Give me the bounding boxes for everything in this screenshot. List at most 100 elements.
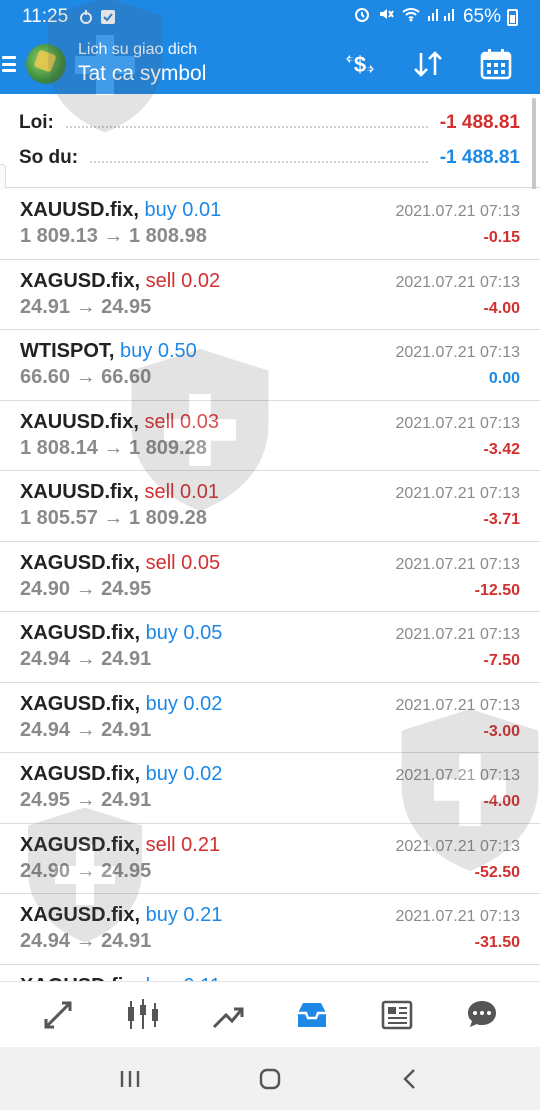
trade-row[interactable]: XAGUSD.fix, buy 0.05 24.94 → 24.91 2021.07… xyxy=(0,612,540,683)
nav-quotes[interactable] xyxy=(28,985,88,1045)
trade-row[interactable]: XAGUSD.fix, sell 0.05 24.90 → 24.95 2021.0… xyxy=(0,541,540,612)
trade-row[interactable]: XAGUSD.fix, sell 0.21 24.90 → 24.95 2021.0… xyxy=(0,823,540,894)
trade-symbol-line: XAGUSD.fix, sell 0.02 xyxy=(20,270,220,293)
trade-time: 2021.07.21 07:13 xyxy=(395,485,520,502)
trade-row[interactable]: XAUUSD.fix, sell 0.01 1 805.57 → 1 809.28… xyxy=(0,471,540,542)
trade-prices: 24.90 → 24.95 xyxy=(20,577,152,600)
battery-icon xyxy=(507,8,518,26)
nav-chat[interactable] xyxy=(452,985,512,1045)
trade-profit: -3.00 xyxy=(483,722,520,740)
nav-trade[interactable] xyxy=(198,985,258,1045)
trade-row[interactable]: XAGUSD.fix, buy 0.02 24.95 → 24.91 2021.07… xyxy=(0,753,540,824)
trade-symbol: XAGUSD.fix, xyxy=(20,692,141,715)
trade-symbol-line: XAGUSD.fix, buy 0.05 xyxy=(20,622,222,645)
trade-time: 2021.07.21 07:13 xyxy=(395,908,520,925)
trade-symbol: XAGUSD.fix, xyxy=(20,622,141,644)
sort-icon xyxy=(414,51,442,77)
nav-news[interactable] xyxy=(367,985,427,1045)
trade-prices: 66.60 → 66.60 xyxy=(20,366,152,388)
trade-volume: 0.02 xyxy=(183,692,223,715)
trade-prices: 24.95 → 24.91 xyxy=(20,789,152,811)
trade-side: buy xyxy=(145,692,178,715)
balance-value: -1 488.81 xyxy=(439,147,520,168)
dotted-leader xyxy=(90,161,428,163)
trade-symbol: XAUUSD.fix, xyxy=(20,199,139,221)
trade-symbol: XAGUSD.fix, xyxy=(20,763,141,785)
trade-prices: 1 809.13 → 1 808.98 xyxy=(20,225,207,247)
trade-side: sell xyxy=(145,269,176,292)
news-icon xyxy=(381,1000,413,1029)
profit-row: Loi: -1 488.81 xyxy=(19,108,520,138)
trade-side: buy xyxy=(145,904,178,926)
recent-apps-button[interactable] xyxy=(100,1054,160,1104)
app-notification-icon xyxy=(78,9,94,25)
bottom-navigation xyxy=(0,981,540,1047)
wifi-icon xyxy=(401,6,421,28)
trade-symbol: XAUUSD.fix, xyxy=(20,410,139,433)
trade-side: sell xyxy=(144,410,175,433)
deposit-withdraw-button[interactable]: $ xyxy=(326,34,394,94)
trade-volume: 0.01 xyxy=(182,199,222,221)
trade-side: buy xyxy=(145,763,178,785)
sort-button[interactable] xyxy=(394,34,462,94)
trade-time: 2021.07.21 07:13 xyxy=(395,696,520,714)
trade-volume: 0.05 xyxy=(183,622,223,644)
home-button[interactable] xyxy=(240,1054,300,1104)
trade-symbol-line: WTISPOT, buy 0.50 xyxy=(20,340,197,363)
trade-symbol: XAGUSD.fix, xyxy=(20,551,141,574)
status-right: 65% xyxy=(353,5,518,29)
trade-row[interactable]: XAGUSD.fix, buy 0.21 24.94 → 24.91 2021.07… xyxy=(0,894,540,965)
profit-value: -1 488.81 xyxy=(439,112,520,133)
trade-history-list[interactable]: XAUUSD.fix, buy 0.01 1 809.13 → 1 808.98 2… xyxy=(0,189,540,981)
trade-symbol-line: XAGUSD.fix, buy 0.02 xyxy=(20,693,222,716)
trade-prices: 24.94 → 24.91 xyxy=(20,930,152,952)
dollar-transfer-icon: $ xyxy=(346,52,374,77)
header-title[interactable]: Tat ca symbol xyxy=(78,60,206,88)
trade-symbol-line: XAGUSD.fix, sell 0.21 xyxy=(20,834,220,857)
trade-side: sell xyxy=(145,833,176,856)
chat-icon xyxy=(467,1000,496,1027)
trade-time: 2021.07.21 07:13 xyxy=(395,767,520,784)
nav-chart[interactable] xyxy=(113,985,173,1045)
header-titles: Lich su giao dich Tat ca symbol xyxy=(78,40,206,88)
alarm-icon xyxy=(353,5,371,29)
recent-apps-icon xyxy=(120,1070,140,1087)
system-navigation-bar xyxy=(0,1047,540,1110)
app-logo xyxy=(26,44,66,84)
status-bar: 11:25 65% xyxy=(0,0,540,34)
header-actions: $ xyxy=(326,34,530,94)
trade-row[interactable]: XAUUSD.fix, sell 0.03 1 808.14 → 1 809.28… xyxy=(0,400,540,471)
trade-profit: -12.50 xyxy=(474,581,520,599)
history-icon xyxy=(298,1002,327,1027)
trade-symbol: WTISPOT, xyxy=(20,340,115,362)
trade-profit: -0.15 xyxy=(483,229,520,246)
status-time: 11:25 xyxy=(22,6,69,27)
trade-row[interactable]: XAUUSD.fix, buy 0.01 1 809.13 → 1 808.98 2… xyxy=(0,189,540,260)
trade-symbol: XAUUSD.fix, xyxy=(20,481,139,503)
calendar-button[interactable] xyxy=(462,34,530,94)
trade-volume: 0.05 xyxy=(181,551,221,574)
trade-prices: 24.91 → 24.95 xyxy=(20,295,152,318)
nav-history[interactable] xyxy=(282,985,342,1045)
menu-icon[interactable] xyxy=(2,54,16,74)
app-bar: Lich su giao dich Tat ca symbol $ xyxy=(0,34,540,94)
trade-volume: 0.01 xyxy=(180,481,219,503)
trade-time: 2021.07.21 07:13 xyxy=(395,555,520,573)
trade-profit: -3.71 xyxy=(483,511,520,528)
trade-row[interactable]: WTISPOT, buy 0.50 66.60 → 66.60 2021.07.21… xyxy=(0,330,540,401)
battery-percent: 65% xyxy=(462,6,501,27)
trade-row[interactable]: XAGUSD.fix, sell 0.02 24.91 → 24.95 2021.0… xyxy=(0,259,540,330)
signal-icon xyxy=(427,6,457,28)
quotes-icon xyxy=(44,1001,72,1028)
trade-row[interactable]: XAGUSD.fix, buy 0.112021.07.21 07:13 xyxy=(0,964,540,981)
home-icon xyxy=(259,1068,281,1089)
trade-volume: 0.03 xyxy=(180,410,219,433)
trade-time: 2021.07.21 07:13 xyxy=(395,626,520,643)
svg-text:$: $ xyxy=(354,52,366,77)
trade-volume: 0.02 xyxy=(181,269,221,292)
account-summary: Loi: -1 488.81 So du: -1 488.81 xyxy=(0,94,540,188)
dotted-leader xyxy=(65,126,428,128)
trade-symbol-line: XAGUSD.fix, sell 0.05 xyxy=(20,552,220,575)
trade-row[interactable]: XAGUSD.fix, buy 0.02 24.94 → 24.91 2021.07… xyxy=(0,682,540,753)
back-button[interactable] xyxy=(380,1054,440,1104)
